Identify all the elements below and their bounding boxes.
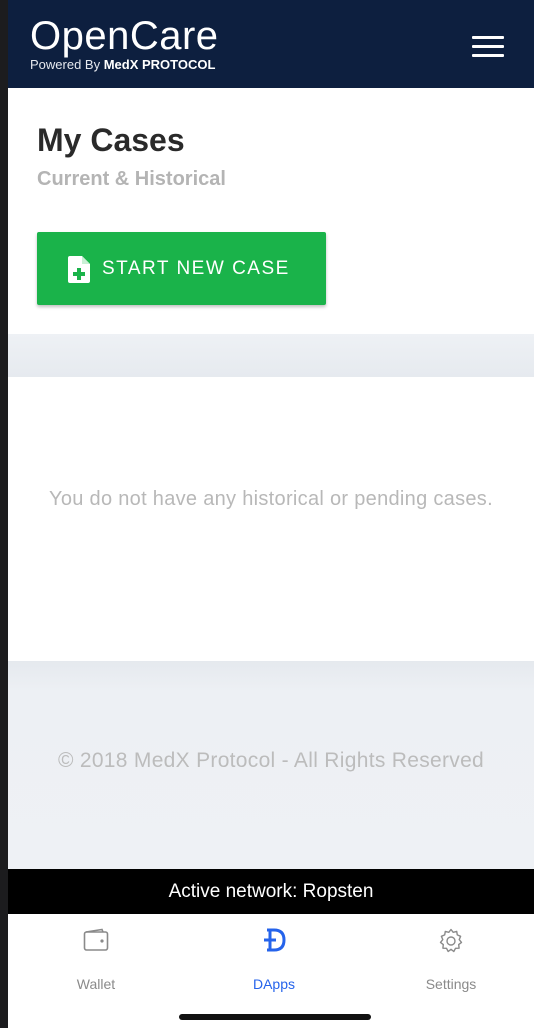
cases-list-panel: You do not have any historical or pendin…: [8, 377, 534, 661]
cases-header-section: My Cases Current & Historical START NEW …: [8, 88, 534, 334]
network-status-bar: Active network: Ropsten: [8, 869, 534, 914]
menu-line: [472, 54, 504, 57]
menu-line: [472, 36, 504, 39]
brand-subtitle: Powered By MedX PROTOCOL: [30, 58, 219, 72]
brand-logo[interactable]: OpenCare Powered By MedX PROTOCOL: [30, 14, 219, 72]
app-frame: OpenCare Powered By MedX PROTOCOL My Cas…: [8, 0, 534, 1028]
brand-sub-bold: MedX PROTOCOL: [103, 57, 216, 72]
home-indicator[interactable]: [179, 1014, 371, 1020]
app-header: OpenCare Powered By MedX PROTOCOL: [8, 0, 534, 88]
gear-icon: [439, 928, 463, 953]
section-divider: [8, 334, 534, 377]
start-new-case-button[interactable]: START NEW CASE: [37, 232, 326, 305]
start-new-case-label: START NEW CASE: [102, 258, 290, 279]
dapps-icon: [264, 928, 286, 952]
copyright-text: © 2018 MedX Protocol - All Rights Reserv…: [57, 749, 485, 772]
tab-dapps-label: DApps: [252, 976, 296, 992]
brand-title: OpenCare: [30, 14, 219, 58]
network-status-text: Active network: Ropsten: [168, 881, 374, 902]
page-subtitle: Current & Historical: [37, 168, 226, 190]
menu-line: [472, 45, 504, 48]
hamburger-menu-icon[interactable]: [472, 36, 504, 58]
tab-settings-label: Settings: [425, 976, 477, 992]
page-footer: © 2018 MedX Protocol - All Rights Reserv…: [8, 661, 534, 869]
tab-settings[interactable]: Settings: [391, 928, 511, 992]
tab-wallet[interactable]: Wallet: [36, 928, 156, 992]
brand-sub-prefix: Powered By: [30, 57, 104, 72]
tab-dapps[interactable]: DApps: [214, 928, 334, 992]
page-title: My Cases: [37, 122, 185, 158]
wallet-icon: [83, 928, 109, 951]
empty-state-message: You do not have any historical or pendin…: [49, 488, 493, 510]
document-plus-icon: [68, 256, 90, 283]
tab-wallet-label: Wallet: [76, 976, 116, 992]
bottom-tab-bar: Wallet DApps Settings: [8, 914, 534, 1028]
